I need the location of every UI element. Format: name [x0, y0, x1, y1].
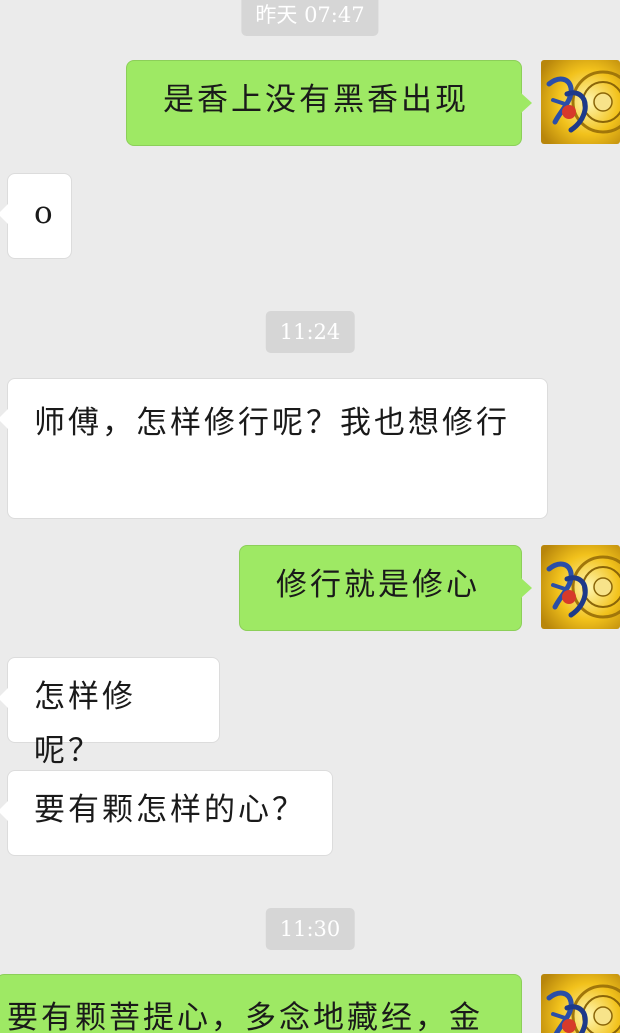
- timestamp-label: 11:30: [265, 908, 355, 950]
- sent-message-bubble[interactable]: 修行就是修心: [239, 545, 532, 631]
- received-message-bubble[interactable]: 怎样修呢？: [0, 657, 220, 769]
- feng-shui-compass-avatar-icon: [541, 60, 620, 144]
- my-avatar[interactable]: [541, 545, 620, 629]
- received-message-bubble[interactable]: o: [0, 173, 72, 259]
- timestamp-label: 昨天 07:47: [241, 0, 379, 36]
- timestamp-label: 11:24: [265, 311, 355, 353]
- message-text: o: [34, 195, 56, 231]
- chat-area[interactable]: 昨天 07:47 是香上没有黑香出现 o 11:24 师傅，怎样修行呢？我也想修…: [0, 0, 620, 1033]
- message-text: 师傅，怎样修行呢？我也想修行: [34, 405, 510, 441]
- sent-message-bubble[interactable]: 是香上没有黑香出现: [126, 60, 532, 146]
- my-avatar[interactable]: [541, 60, 620, 144]
- feng-shui-compass-avatar-icon: [541, 974, 620, 1033]
- my-avatar[interactable]: [541, 974, 620, 1033]
- message-text: 怎样修呢？: [34, 679, 136, 769]
- message-text: 要有颗菩提心，多念地藏经，金: [7, 1000, 483, 1033]
- message-text: 是香上没有黑香出现: [163, 82, 469, 118]
- feng-shui-compass-avatar-icon: [541, 545, 620, 629]
- message-text: 修行就是修心: [276, 567, 480, 603]
- message-text: 要有颗怎样的心？: [34, 792, 306, 828]
- received-message-bubble[interactable]: 要有颗怎样的心？: [0, 770, 333, 856]
- received-message-bubble[interactable]: 师傅，怎样修行呢？我也想修行: [0, 378, 548, 519]
- sent-message-bubble[interactable]: 要有颗菩提心，多念地藏经，金: [0, 974, 522, 1033]
